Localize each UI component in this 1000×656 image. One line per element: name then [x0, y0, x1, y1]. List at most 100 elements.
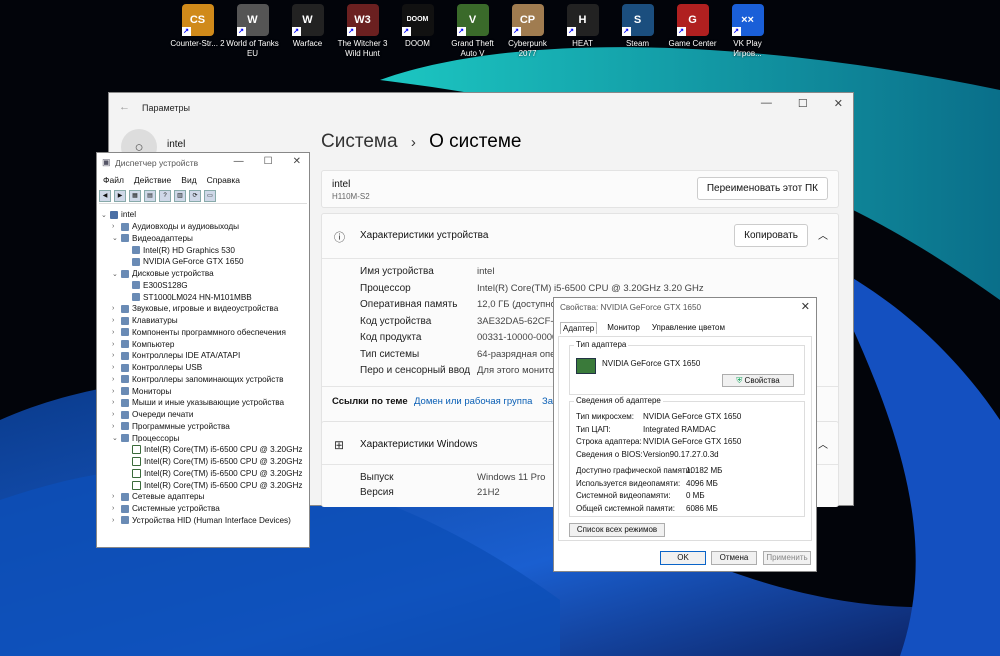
- back-arrow-icon[interactable]: ←: [119, 101, 130, 113]
- tab-1[interactable]: Монитор: [605, 322, 642, 334]
- desktop-icon[interactable]: ×× ↗ VK Play Игров...: [720, 4, 775, 59]
- desktop-icon[interactable]: W3 ↗ The Witcher 3 Wild Hunt: [335, 4, 390, 59]
- desktop-icon[interactable]: W ↗ World of Tanks EU: [225, 4, 280, 59]
- chevron-right-icon[interactable]: ›: [112, 352, 120, 359]
- chevron-right-icon[interactable]: ›: [112, 341, 120, 348]
- view-icon[interactable]: ▥: [174, 190, 186, 202]
- ok-button[interactable]: OK: [660, 551, 706, 565]
- chevron-right-icon[interactable]: ›: [112, 493, 120, 500]
- app-icon: CS ↗: [181, 4, 214, 36]
- chevron-down-icon[interactable]: ⌄: [112, 434, 120, 442]
- menu-item[interactable]: Справка: [207, 175, 240, 185]
- tree-item[interactable]: ⌄ Процессоры: [101, 432, 307, 444]
- cancel-button[interactable]: Отмена: [711, 551, 757, 565]
- rename-pc-button[interactable]: Переименовать этот ПК: [696, 177, 828, 200]
- menu-item[interactable]: Действие: [134, 175, 171, 185]
- tree-item[interactable]: › Контроллеры IDE ATA/ATAPI: [101, 350, 307, 362]
- domain-link[interactable]: Домен или рабочая группа: [414, 396, 532, 407]
- device-icon: [110, 210, 118, 219]
- breadcrumb: Система › О системе: [321, 131, 521, 153]
- copy-button[interactable]: Копировать: [734, 224, 808, 247]
- toolbar: ◀ ▶ ▦ ▤ ? ▥ ⟳ ▭: [99, 189, 307, 204]
- desktop-icon[interactable]: V ↗ Grand Theft Auto V: [445, 4, 500, 59]
- menu-item[interactable]: Файл: [103, 175, 124, 185]
- tree-item[interactable]: ⌄ Видеоадаптеры: [101, 233, 307, 245]
- chevron-right-icon[interactable]: ›: [112, 329, 120, 336]
- tree-item[interactable]: › Контроллеры USB: [101, 362, 307, 374]
- chevron-down-icon[interactable]: ⌄: [112, 270, 120, 278]
- tree-item[interactable]: Intel(R) Core(TM) i5-6500 CPU @ 3.20GHz: [101, 444, 307, 456]
- chevron-right-icon[interactable]: ›: [112, 423, 120, 430]
- update-driver-icon[interactable]: ▤: [144, 190, 156, 202]
- tree-item[interactable]: › Контроллеры запоминающих устройств: [101, 374, 307, 386]
- tree-item[interactable]: › Системные устройства: [101, 503, 307, 515]
- tree-item[interactable]: › Устройства HID (Human Interface Devices…: [101, 515, 307, 527]
- properties-icon[interactable]: ▦: [129, 190, 141, 202]
- list-all-modes-button[interactable]: Список всех режимов: [569, 523, 665, 537]
- tree-item[interactable]: ⌄ intel: [101, 209, 307, 221]
- maximize-icon[interactable]: ☐: [264, 156, 273, 167]
- tree-item[interactable]: Intel(R) Core(TM) i5-6500 CPU @ 3.20GHz: [101, 456, 307, 468]
- desktop-icon[interactable]: W ↗ Warface: [280, 4, 335, 59]
- forward-icon[interactable]: ▶: [114, 190, 126, 202]
- apply-button[interactable]: Применить: [763, 551, 811, 565]
- chevron-right-icon[interactable]: ›: [112, 388, 120, 395]
- close-icon[interactable]: ✕: [293, 156, 301, 167]
- adapter-properties-button[interactable]: ⛨ Свойства: [722, 374, 794, 387]
- minimize-icon[interactable]: —: [234, 156, 244, 167]
- chevron-right-icon[interactable]: ›: [112, 505, 120, 512]
- tree-item-label: Системные устройства: [132, 504, 220, 514]
- minimize-icon[interactable]: —: [761, 97, 772, 110]
- chevron-right-icon[interactable]: ›: [112, 411, 120, 418]
- tree-item[interactable]: ⌄ Дисковые устройства: [101, 268, 307, 280]
- adapter-properties-label: Свойства: [744, 376, 780, 385]
- desktop-icon[interactable]: G ↗ Game Center: [665, 4, 720, 59]
- tree-item[interactable]: Intel(R) HD Graphics 530: [101, 244, 307, 256]
- chevron-right-icon[interactable]: ›: [112, 317, 120, 324]
- back-icon[interactable]: ◀: [99, 190, 111, 202]
- chevron-right-icon[interactable]: ›: [112, 223, 120, 230]
- tree-item[interactable]: › Сетевые адаптеры: [101, 491, 307, 503]
- tree-item[interactable]: › Аудиовходы и аудиовыходы: [101, 221, 307, 233]
- tree-item[interactable]: E300S128G: [101, 280, 307, 292]
- tree-item[interactable]: › Клавиатуры: [101, 315, 307, 327]
- tree-item[interactable]: Intel(R) Core(TM) i5-6500 CPU @ 3.20GHz: [101, 479, 307, 491]
- desktop-icon[interactable]: CP ↗ Cyberpunk 2077: [500, 4, 555, 59]
- chevron-up-icon[interactable]: ︿: [818, 227, 828, 242]
- desktop-icon[interactable]: CS ↗ Counter-Str... 2: [170, 4, 225, 59]
- tree-item[interactable]: Intel(R) Core(TM) i5-6500 CPU @ 3.20GHz: [101, 468, 307, 480]
- chevron-right-icon[interactable]: ›: [112, 305, 120, 312]
- tree-item-label: Мониторы: [132, 386, 172, 396]
- chevron-down-icon[interactable]: ⌄: [112, 234, 120, 242]
- device-icon: [121, 398, 129, 407]
- chevron-down-icon[interactable]: ⌄: [101, 211, 109, 219]
- crumb-system[interactable]: Система: [321, 131, 398, 152]
- tree-item[interactable]: › Программные устройства: [101, 421, 307, 433]
- help-icon[interactable]: ?: [159, 190, 171, 202]
- tree-item[interactable]: › Компьютер: [101, 338, 307, 350]
- tree-item-label: Звуковые, игровые и видеоустройства: [132, 304, 279, 314]
- chevron-right-icon[interactable]: ›: [112, 364, 120, 371]
- scan-hardware-icon[interactable]: ⟳: [189, 190, 201, 202]
- monitor-icon[interactable]: ▭: [204, 190, 216, 202]
- chevron-up-icon[interactable]: ︿: [818, 436, 828, 451]
- desktop-icon[interactable]: S ↗ Steam: [610, 4, 665, 59]
- tree-item[interactable]: ST1000LM024 HN-M101MBB: [101, 291, 307, 303]
- tree-item[interactable]: › Звуковые, игровые и видеоустройства: [101, 303, 307, 315]
- chevron-right-icon[interactable]: ›: [112, 517, 120, 524]
- tree-item[interactable]: › Мыши и иные указывающие устройства: [101, 397, 307, 409]
- menu-item[interactable]: Вид: [181, 175, 196, 185]
- tab-0[interactable]: Адаптер: [560, 322, 598, 334]
- tree-item[interactable]: › Компоненты программного обеспечения: [101, 327, 307, 339]
- chevron-right-icon[interactable]: ›: [112, 399, 120, 406]
- desktop-icon[interactable]: H ↗ HEAT: [555, 4, 610, 59]
- close-icon[interactable]: ✕: [834, 97, 843, 110]
- tree-item[interactable]: NVIDIA GeForce GTX 1650: [101, 256, 307, 268]
- tree-item[interactable]: › Очереди печати: [101, 409, 307, 421]
- chevron-right-icon[interactable]: ›: [112, 376, 120, 383]
- tree-item[interactable]: › Мониторы: [101, 385, 307, 397]
- close-icon[interactable]: ✕: [801, 300, 810, 313]
- maximize-icon[interactable]: ☐: [798, 97, 808, 110]
- desktop-icon[interactable]: DOOM ↗ DOOM: [390, 4, 445, 59]
- tab-2[interactable]: Управление цветом: [650, 322, 727, 334]
